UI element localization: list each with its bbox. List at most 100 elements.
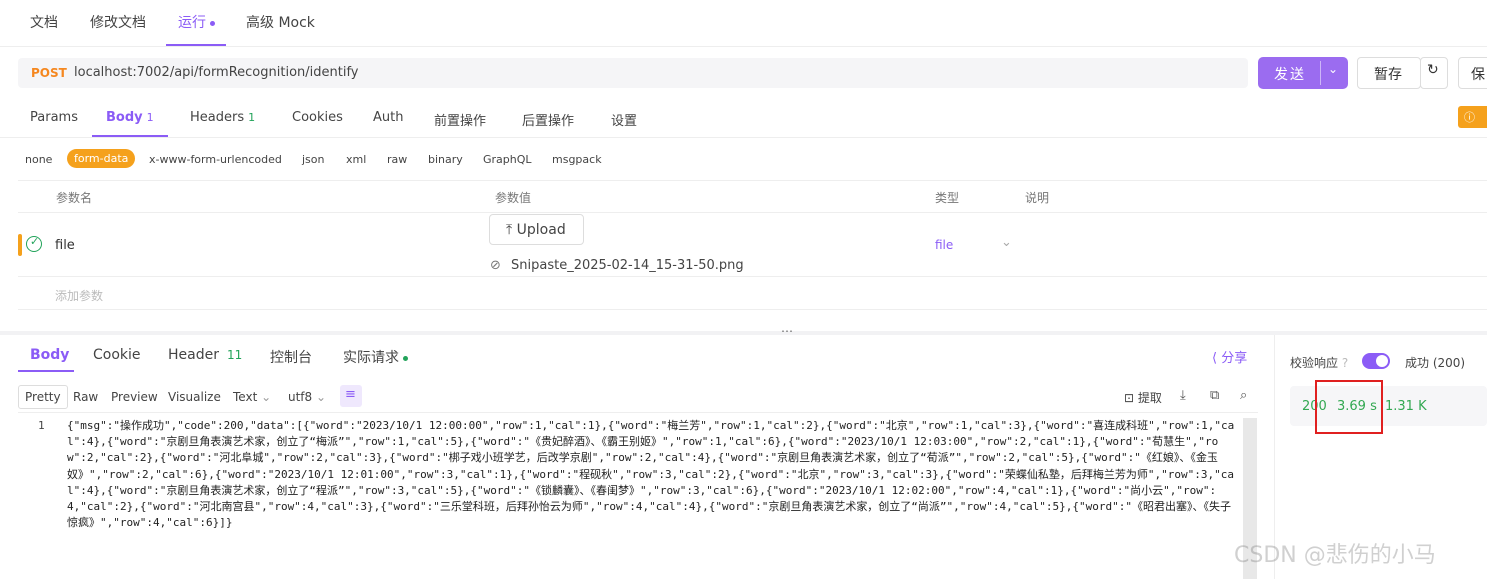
encoding-select-value: utf8 — [288, 390, 313, 404]
tab-headers-label: Headers — [190, 110, 245, 125]
body-type-none[interactable]: none — [25, 153, 52, 166]
format-select-value: Text — [233, 390, 258, 404]
body-type-urlencoded[interactable]: x-www-form-urlencoded — [149, 153, 282, 166]
tab-cookies[interactable]: Cookies — [292, 110, 343, 125]
table-header-border — [18, 212, 1487, 213]
tab-body[interactable]: Body 1 — [106, 110, 154, 125]
status-dot-icon — [403, 355, 408, 361]
add-param-input[interactable]: 添加参数 — [55, 287, 103, 304]
tab-post-processors[interactable]: 后置操作 — [522, 110, 574, 129]
view-preview[interactable]: Preview — [111, 390, 158, 404]
extract-label: 提取 — [1137, 391, 1162, 405]
tab-settings[interactable]: 设置 — [611, 110, 637, 129]
share-button[interactable]: ⟨ 分享 — [1212, 347, 1247, 366]
info-icon[interactable]: ⓘ — [1458, 106, 1487, 128]
tab-headers[interactable]: Headers 1 — [190, 110, 255, 125]
send-button[interactable]: 发送 ⌄ — [1258, 57, 1348, 89]
body-type-json[interactable]: json — [302, 153, 325, 166]
tab-pre-processors[interactable]: 前置操作 — [434, 110, 486, 129]
body-type-binary[interactable]: binary — [428, 153, 463, 166]
help-icon: ? — [1341, 356, 1349, 370]
extract-icon: ⊡ — [1124, 391, 1135, 405]
sub-tabs-divider — [0, 137, 1487, 138]
check-circle-icon[interactable]: ✓ — [26, 235, 42, 252]
top-tabs-divider — [0, 46, 1487, 47]
panel-resizer[interactable] — [0, 331, 1487, 335]
view-raw[interactable]: Raw — [73, 390, 98, 404]
validate-response-label: 校验响应 ? — [1290, 354, 1348, 371]
url-bar[interactable]: POST localhost:7002/api/formRecognition/… — [18, 58, 1248, 88]
tab-docs[interactable]: 文档 — [30, 12, 58, 32]
body-type-raw[interactable]: raw — [387, 153, 407, 166]
col-param-value: 参数值 — [495, 191, 532, 205]
validate-response-text: 校验响应 — [1290, 356, 1339, 370]
chevron-down-icon[interactable]: ⌄ — [1001, 235, 1012, 250]
tab-run[interactable]: 运行 — [178, 12, 215, 32]
tab-auth[interactable]: Auth — [373, 110, 403, 125]
col-type: 类型 — [935, 191, 960, 205]
resp-tab-console[interactable]: 控制台 — [270, 347, 312, 367]
row-marker — [18, 234, 22, 256]
col-description: 说明 — [1025, 191, 1050, 205]
resp-tab-cookie[interactable]: Cookie — [93, 347, 141, 363]
encoding-select[interactable]: utf8 ⌄ — [288, 390, 326, 404]
view-pretty[interactable]: Pretty — [18, 385, 68, 409]
chevron-down-icon[interactable]: ⌄ — [1328, 62, 1338, 76]
param-type-select[interactable]: file — [935, 238, 953, 252]
watermark: CSDN @悲伤的小马 — [1234, 543, 1436, 568]
tab-run-label: 运行 — [178, 15, 206, 31]
reset-icon[interactable]: ↻ — [1420, 57, 1448, 89]
send-separator — [1320, 61, 1321, 85]
table-top-border — [18, 180, 1487, 181]
tab-advanced-mock[interactable]: 高级 Mock — [246, 12, 315, 32]
run-dot-icon — [210, 20, 215, 26]
resp-tab-actual-request[interactable]: 实际请求 — [343, 347, 408, 367]
resp-tab-header-label: Header — [168, 347, 219, 363]
body-type-form-data[interactable]: form-data — [67, 149, 136, 168]
share-label: 分享 — [1221, 351, 1248, 366]
extract-button[interactable]: ⊡ 提取 — [1124, 389, 1162, 406]
resp-tab-header-count: 11 — [226, 348, 243, 362]
col-param-name: 参数名 — [56, 191, 93, 205]
response-size: 1.31 K — [1385, 399, 1427, 414]
validate-result: 成功 (200) — [1405, 356, 1466, 370]
tab-body-count: 1 — [146, 111, 154, 124]
upload-button[interactable]: ⤒ Upload — [489, 214, 584, 245]
save-persist-label: 保 — [1471, 67, 1485, 83]
uploaded-filename[interactable]: Snipaste_2025-02-14_15-31-50.png — [511, 258, 744, 273]
response-body-text: {"msg":"操作成功","code":200,"data":[{"word"… — [67, 419, 1235, 530]
copy-icon[interactable]: ⧉ — [1210, 388, 1219, 403]
upload-label: Upload — [516, 222, 566, 238]
resp-tab-body[interactable]: Body — [30, 347, 69, 363]
format-select[interactable]: Text ⌄ — [233, 390, 271, 404]
tab-params[interactable]: Params — [30, 110, 78, 125]
search-icon[interactable]: ⌕ — [1240, 388, 1247, 403]
validate-toggle[interactable] — [1362, 353, 1390, 369]
view-visualize[interactable]: Visualize — [168, 390, 221, 404]
row-border — [18, 276, 1487, 277]
body-type-xml[interactable]: xml — [346, 153, 366, 166]
tab-body-label: Body — [106, 110, 143, 125]
resp-tab-actual-label: 实际请求 — [343, 350, 399, 366]
share-icon: ⟨ — [1212, 351, 1218, 366]
resp-tab-header[interactable]: Header 11 — [168, 347, 242, 363]
toggle-knob — [1376, 355, 1388, 367]
param-name-input[interactable]: file — [55, 238, 75, 253]
upload-icon: ⤒ — [506, 222, 513, 238]
wrap-lines-icon[interactable]: ≡ — [340, 385, 362, 407]
http-method[interactable]: POST — [31, 66, 67, 80]
body-type-graphql[interactable]: GraphQL — [483, 153, 532, 166]
attachment-icon: ⊘ — [490, 258, 501, 273]
tab-headers-count: 1 — [248, 111, 256, 124]
save-persist-button[interactable]: 保 — [1458, 57, 1487, 89]
url-input[interactable]: localhost:7002/api/formRecognition/ident… — [74, 65, 359, 80]
tab-edit-docs[interactable]: 修改文档 — [90, 12, 146, 32]
send-label: 发送 — [1274, 67, 1306, 83]
download-icon[interactable]: ⤓ — [1180, 388, 1186, 403]
table-bottom-border — [18, 309, 1487, 310]
body-type-msgpack[interactable]: msgpack — [552, 153, 602, 166]
line-number: 1 — [38, 419, 45, 432]
chevron-down-icon: ⌄ — [316, 390, 327, 404]
save-button[interactable]: 暂存 — [1357, 57, 1421, 89]
drag-handle-icon[interactable]: ⋯ — [781, 324, 793, 338]
